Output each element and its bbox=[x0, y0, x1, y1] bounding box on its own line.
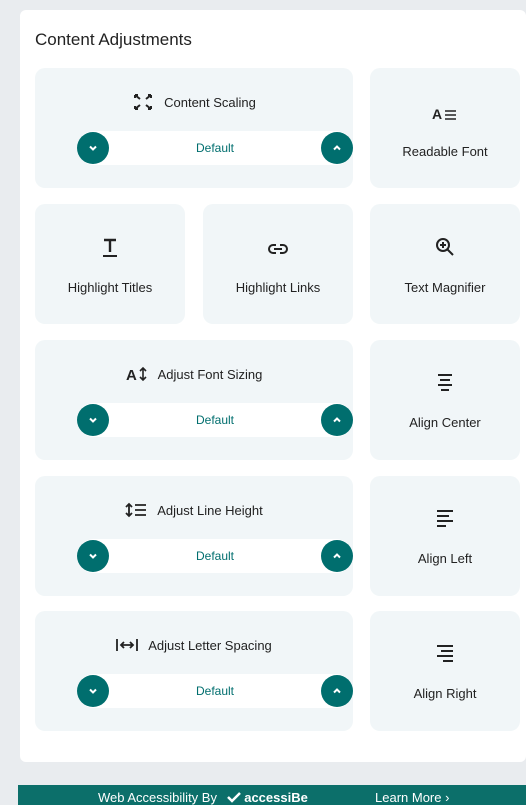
readable-font-label: Readable Font bbox=[402, 144, 488, 159]
text-magnifier-tile[interactable]: Text Magnifier bbox=[370, 204, 520, 324]
readable-font-icon: A bbox=[432, 104, 458, 124]
line-height-value: Default bbox=[195, 549, 235, 563]
footer-text: Web Accessibility By bbox=[98, 790, 217, 805]
checkmark-logo-icon bbox=[226, 792, 241, 803]
chevron-up-icon bbox=[333, 688, 341, 694]
highlight-links-tile[interactable]: Highlight Links bbox=[203, 204, 353, 324]
font-sizing-tile: A Adjust Font Sizing Default bbox=[35, 340, 353, 460]
line-height-increase-button[interactable] bbox=[321, 540, 353, 572]
svg-text:A: A bbox=[126, 367, 137, 382]
content-adjustments-panel: Content Adjustments Content Scaling Defa… bbox=[20, 10, 526, 762]
align-left-tile[interactable]: Align Left bbox=[370, 476, 520, 596]
content-scaling-stepper: Default bbox=[77, 131, 353, 165]
font-sizing-stepper: Default bbox=[77, 403, 353, 437]
svg-text:A: A bbox=[432, 106, 442, 122]
letter-spacing-stepper: Default bbox=[77, 674, 353, 708]
expand-arrows-icon bbox=[132, 93, 154, 111]
align-center-icon bbox=[435, 372, 455, 392]
content-scaling-tile: Content Scaling Default bbox=[35, 68, 353, 188]
underlined-t-icon bbox=[100, 237, 120, 257]
line-height-stepper: Default bbox=[77, 539, 353, 573]
line-height-icon bbox=[125, 501, 147, 519]
content-scaling-label: Content Scaling bbox=[164, 94, 256, 110]
highlight-links-label: Highlight Links bbox=[235, 280, 321, 295]
align-center-label: Align Center bbox=[409, 415, 481, 430]
readable-font-tile[interactable]: A Readable Font bbox=[370, 68, 520, 188]
letter-spacing-icon bbox=[116, 636, 139, 654]
font-sizing-value: Default bbox=[195, 413, 235, 427]
highlight-titles-tile[interactable]: Highlight Titles bbox=[35, 204, 185, 324]
align-right-tile[interactable]: Align Right bbox=[370, 611, 520, 731]
font-size-icon: A bbox=[126, 365, 148, 383]
chevron-up-icon bbox=[333, 417, 341, 423]
font-sizing-increase-button[interactable] bbox=[321, 404, 353, 436]
font-sizing-label: Adjust Font Sizing bbox=[157, 366, 263, 382]
chevron-up-icon bbox=[333, 553, 341, 559]
align-left-icon bbox=[435, 508, 455, 528]
chevron-up-icon bbox=[333, 145, 341, 151]
line-height-header: Adjust Line Height bbox=[35, 501, 353, 519]
letter-spacing-value: Default bbox=[195, 684, 235, 698]
text-magnifier-label: Text Magnifier bbox=[404, 280, 486, 295]
content-scaling-increase-button[interactable] bbox=[321, 132, 353, 164]
footer-credit[interactable]: Web Accessibility By accessiBe bbox=[98, 790, 308, 805]
align-center-tile[interactable]: Align Center bbox=[370, 340, 520, 460]
letter-spacing-header: Adjust Letter Spacing bbox=[35, 636, 353, 654]
highlight-titles-label: Highlight Titles bbox=[67, 280, 153, 295]
zoom-in-icon bbox=[435, 237, 455, 257]
font-sizing-header: A Adjust Font Sizing bbox=[35, 365, 353, 383]
letter-spacing-tile: Adjust Letter Spacing Default bbox=[35, 611, 353, 731]
letter-spacing-label: Adjust Letter Spacing bbox=[148, 637, 272, 653]
line-height-tile: Adjust Line Height Default bbox=[35, 476, 353, 596]
learn-more-link[interactable]: Learn More › bbox=[375, 790, 449, 805]
letter-spacing-increase-button[interactable] bbox=[321, 675, 353, 707]
footer-brand: accessiBe bbox=[244, 790, 308, 805]
line-height-label: Adjust Line Height bbox=[157, 502, 263, 518]
content-scaling-header: Content Scaling bbox=[35, 93, 353, 111]
link-icon bbox=[268, 239, 288, 259]
accessibe-logo: accessiBe bbox=[226, 790, 308, 805]
align-right-icon bbox=[435, 643, 455, 663]
panel-title: Content Adjustments bbox=[35, 30, 192, 49]
align-left-label: Align Left bbox=[417, 551, 473, 566]
content-scaling-value: Default bbox=[195, 141, 235, 155]
align-right-label: Align Right bbox=[413, 686, 477, 701]
footer-bar: Web Accessibility By accessiBe Learn Mor… bbox=[18, 785, 526, 805]
